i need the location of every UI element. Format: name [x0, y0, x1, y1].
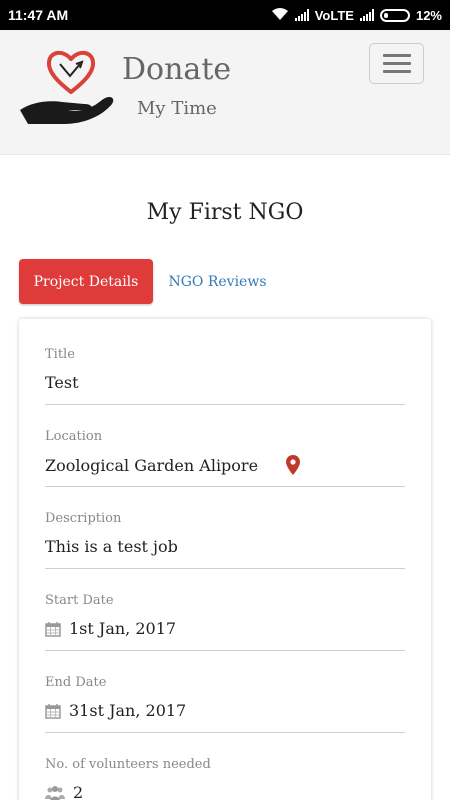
field-value: 1st Jan, 2017 [45, 619, 176, 638]
battery-icon [379, 8, 410, 22]
field-label: Location [45, 429, 103, 444]
status-bar: 11:47 AM VoLTE 12% [0, 0, 450, 30]
end-date-value: 31st Jan, 2017 [69, 701, 187, 720]
tab-project-details[interactable]: Project Details [19, 259, 153, 304]
map-marker-icon[interactable] [286, 455, 301, 475]
volunteers-value: 2 [73, 783, 84, 800]
calendar-icon [45, 703, 61, 719]
page-title: My First NGO [146, 200, 304, 225]
wifi-icon [271, 7, 289, 24]
brand-subtitle: My Time [137, 98, 217, 119]
field-title: Title Test [45, 323, 405, 405]
project-details-card: Title Test Location Zoological Garden Al… [19, 319, 431, 800]
field-location: Location Zoological Garden Alipore [45, 405, 405, 487]
hamburger-icon [382, 54, 411, 57]
field-value: This is a test job [45, 537, 178, 556]
field-end-date: End Date 31st Jan, 2017 [45, 651, 405, 733]
field-description: Description This is a test job [45, 487, 405, 569]
field-value: Zoological Garden Alipore [45, 455, 301, 475]
field-label: Start Date [45, 593, 114, 608]
logo-hand-heart-icon [18, 44, 118, 128]
title-value: Test [45, 373, 79, 392]
field-label: Description [45, 511, 122, 526]
users-icon [45, 785, 65, 800]
location-value: Zoological Garden Alipore [45, 455, 259, 475]
calendar-icon [45, 621, 61, 637]
tab-ngo-reviews[interactable]: NGO Reviews [160, 259, 275, 304]
field-volunteers: No. of volunteers needed 2 [45, 733, 405, 800]
start-date-value: 1st Jan, 2017 [69, 619, 177, 638]
signal-icon [294, 9, 309, 21]
status-time: 11:47 AM [8, 7, 69, 23]
signal-icon-2 [359, 9, 374, 21]
field-label: No. of volunteers needed [45, 757, 211, 772]
menu-button[interactable] [369, 43, 424, 84]
brand-title: Donate [122, 52, 232, 87]
field-value: 2 [45, 783, 83, 800]
description-value: This is a test job [45, 537, 178, 556]
field-label: Title [45, 347, 75, 362]
battery-level: 12% [415, 7, 442, 23]
field-label: End Date [45, 675, 107, 690]
hamburger-line [382, 70, 411, 73]
hamburger-line [382, 62, 411, 65]
field-value: Test [45, 373, 79, 392]
app-header: Donate My Time [0, 30, 450, 155]
network-type: VoLTE [314, 7, 354, 23]
field-start-date: Start Date 1st Jan, 2017 [45, 569, 405, 651]
field-value: 31st Jan, 2017 [45, 701, 186, 720]
